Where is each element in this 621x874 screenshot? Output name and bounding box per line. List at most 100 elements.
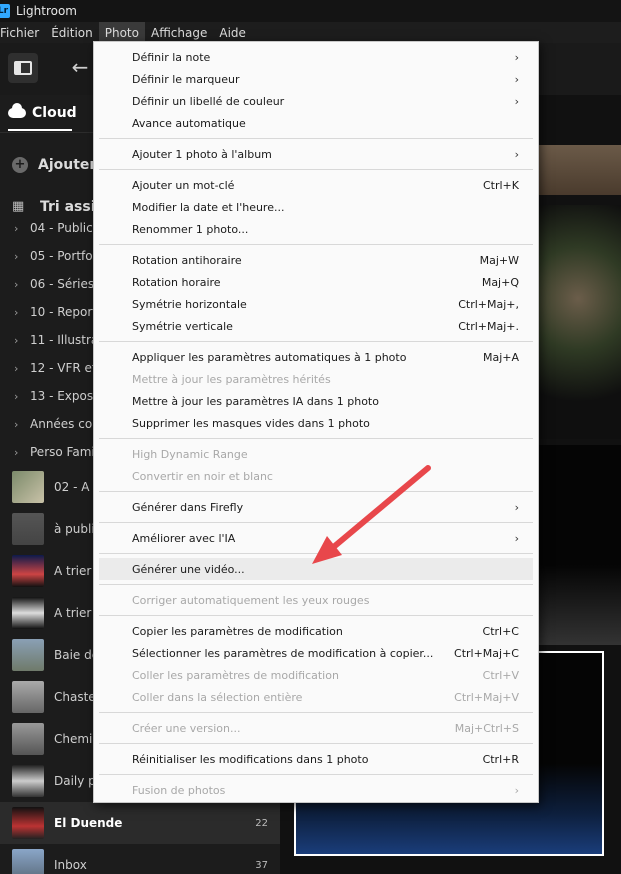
photo-menu-item[interactable]: Générer dans Firefly ›: [99, 496, 533, 518]
photo-menu-dropdown: Définir la note › Définir le marqueur › Défi…: [93, 41, 539, 803]
folder-label: 06 - Séries: [30, 277, 95, 291]
photo-menu-item: Créer une version... Maj+Ctrl+S: [99, 717, 533, 739]
menu-separator: [99, 491, 533, 492]
chevron-right-icon: ›: [514, 72, 519, 86]
chevron-right-icon: ›: [14, 333, 19, 347]
album-count: 37: [255, 859, 268, 871]
photo-menu-item[interactable]: Sélectionner les paramètres de modificat…: [99, 642, 533, 664]
menu-separator: [99, 438, 533, 439]
menu-item-label: Convertir en noir et blanc: [132, 469, 273, 483]
photo-menu-item[interactable]: Symétrie verticale Ctrl+Maj+.: [99, 315, 533, 337]
photo-menu-item[interactable]: Définir le marqueur ›: [99, 68, 533, 90]
photo-menu-item[interactable]: Définir la note ›: [99, 46, 533, 68]
menu-item-label: Mettre à jour les paramètres hérités: [132, 372, 331, 386]
photo-menu-item[interactable]: Modifier la date et l'heure...: [99, 196, 533, 218]
lightroom-logo-icon: Lr: [0, 4, 10, 18]
menu-item-label: Fusion de photos: [132, 783, 226, 797]
menu-item-label: Rotation antihoraire: [132, 253, 242, 267]
add-photos-button[interactable]: + Ajouter: [12, 157, 96, 173]
photo-menu-item[interactable]: Avance automatique: [99, 112, 533, 134]
chevron-right-icon: ›: [14, 305, 19, 319]
photo-menu-item[interactable]: Symétrie horizontale Ctrl+Maj+,: [99, 293, 533, 315]
album-count: 22: [255, 817, 268, 829]
album-thumbnail: [12, 723, 44, 755]
chevron-right-icon: ›: [514, 147, 519, 161]
photo-menu-item[interactable]: Définir un libellé de couleur ›: [99, 90, 533, 112]
menu-item-label: Améliorer avec l'IA: [132, 531, 236, 545]
chevron-right-icon: ›: [14, 221, 19, 235]
photo-menu-item: Coller les paramètres de modification Ctr…: [99, 664, 533, 686]
toggle-panel-button[interactable]: [8, 53, 38, 83]
album-label: 02 - A: [54, 480, 90, 494]
menu-item-label: Avance automatique: [132, 116, 246, 130]
album-label: A trier: [54, 606, 92, 620]
photo-menu-item: Mettre à jour les paramètres hérités: [99, 368, 533, 390]
menu-item-shortcut: Maj+A: [482, 350, 519, 364]
menu-separator: [99, 244, 533, 245]
menu-affichage[interactable]: Affichage: [145, 22, 213, 43]
menu-item-shortcut: Ctrl+R: [482, 752, 519, 766]
menu-item-shortcut: Maj+W: [479, 253, 519, 267]
menu-edition[interactable]: Édition: [45, 22, 99, 43]
album-label: El Duende: [54, 816, 123, 830]
album-label: Daily p: [54, 774, 96, 788]
album-item[interactable]: El Duende 22: [0, 802, 280, 844]
menu-item-label: Définir la note: [132, 50, 211, 64]
album-item[interactable]: Inbox 37: [0, 844, 280, 874]
chevron-right-icon: ›: [514, 783, 519, 797]
back-arrow-icon[interactable]: ←: [68, 55, 92, 79]
menu-fichier[interactable]: Fichier: [0, 22, 45, 43]
menu-item-label: Copier les paramètres de modification: [132, 624, 343, 638]
photo-menu-item[interactable]: Appliquer les paramètres automatiques à …: [99, 346, 533, 368]
photo-menu-item[interactable]: Ajouter 1 photo à l'album ›: [99, 143, 533, 165]
menu-bar: Fichier Édition Photo Affichage Aide: [0, 22, 621, 43]
tab-cloud[interactable]: Cloud: [8, 103, 77, 121]
menu-photo[interactable]: Photo: [98, 22, 145, 43]
app-title: Lightroom: [16, 4, 77, 18]
menu-separator: [99, 712, 533, 713]
menu-item-shortcut: Maj+Ctrl+S: [454, 721, 519, 735]
menu-separator: [99, 615, 533, 616]
album-thumbnail: [12, 471, 44, 503]
plus-icon: +: [12, 157, 28, 173]
panel-icon: [14, 61, 32, 75]
photo-thumbnail[interactable]: [535, 205, 621, 439]
sort-icon: ▦: [12, 199, 25, 214]
photo-menu-item[interactable]: Copier les paramètres de modification Ctr…: [99, 620, 533, 642]
album-label: A trier: [54, 564, 92, 578]
photo-menu-item[interactable]: Supprimer les masques vides dans 1 photo: [99, 412, 533, 434]
album-thumbnail: [12, 807, 44, 839]
folder-label: 11 - Illustra: [30, 333, 99, 347]
menu-item-label: Réinitialiser les modifications dans 1 p…: [132, 752, 369, 766]
menu-item-label: Coller les paramètres de modification: [132, 668, 339, 682]
photo-menu-item[interactable]: Renommer 1 photo...: [99, 218, 533, 240]
menu-item-shortcut: Ctrl+Maj+C: [454, 646, 519, 660]
folder-label: Années co: [30, 417, 93, 431]
chevron-right-icon: ›: [514, 531, 519, 545]
photo-menu-item[interactable]: Améliorer avec l'IA ›: [99, 527, 533, 549]
menu-item-label: Renommer 1 photo...: [132, 222, 249, 236]
chevron-right-icon: ›: [514, 500, 519, 514]
photo-menu-item[interactable]: Rotation horaire Maj+Q: [99, 271, 533, 293]
photo-thumbnail[interactable]: [535, 145, 621, 195]
photo-menu-item: Convertir en noir et blanc: [99, 465, 533, 487]
menu-separator: [99, 743, 533, 744]
menu-aide[interactable]: Aide: [213, 22, 252, 43]
photo-menu-item: Fusion de photos ›: [99, 779, 533, 801]
album-thumbnail: [12, 849, 44, 874]
chevron-right-icon: ›: [14, 417, 19, 431]
photo-menu-item[interactable]: Mettre à jour les paramètres IA dans 1 p…: [99, 390, 533, 412]
menu-item-label: Définir le marqueur: [132, 72, 240, 86]
folder-label: 10 - Report: [30, 305, 98, 319]
photo-menu-item[interactable]: Générer une vidéo...: [99, 558, 533, 580]
album-label: à publi: [54, 522, 95, 536]
photo-menu-item[interactable]: Réinitialiser les modifications dans 1 p…: [99, 748, 533, 770]
photo-thumbnail[interactable]: [535, 445, 621, 645]
menu-separator: [99, 774, 533, 775]
menu-separator: [99, 341, 533, 342]
photo-menu-item[interactable]: Rotation antihoraire Maj+W: [99, 249, 533, 271]
menu-item-shortcut: Ctrl+Maj+V: [454, 690, 519, 704]
menu-item-label: Mettre à jour les paramètres IA dans 1 p…: [132, 394, 379, 408]
photo-menu-item[interactable]: Ajouter un mot-clé Ctrl+K: [99, 174, 533, 196]
menu-item-label: Coller dans la sélection entière: [132, 690, 303, 704]
